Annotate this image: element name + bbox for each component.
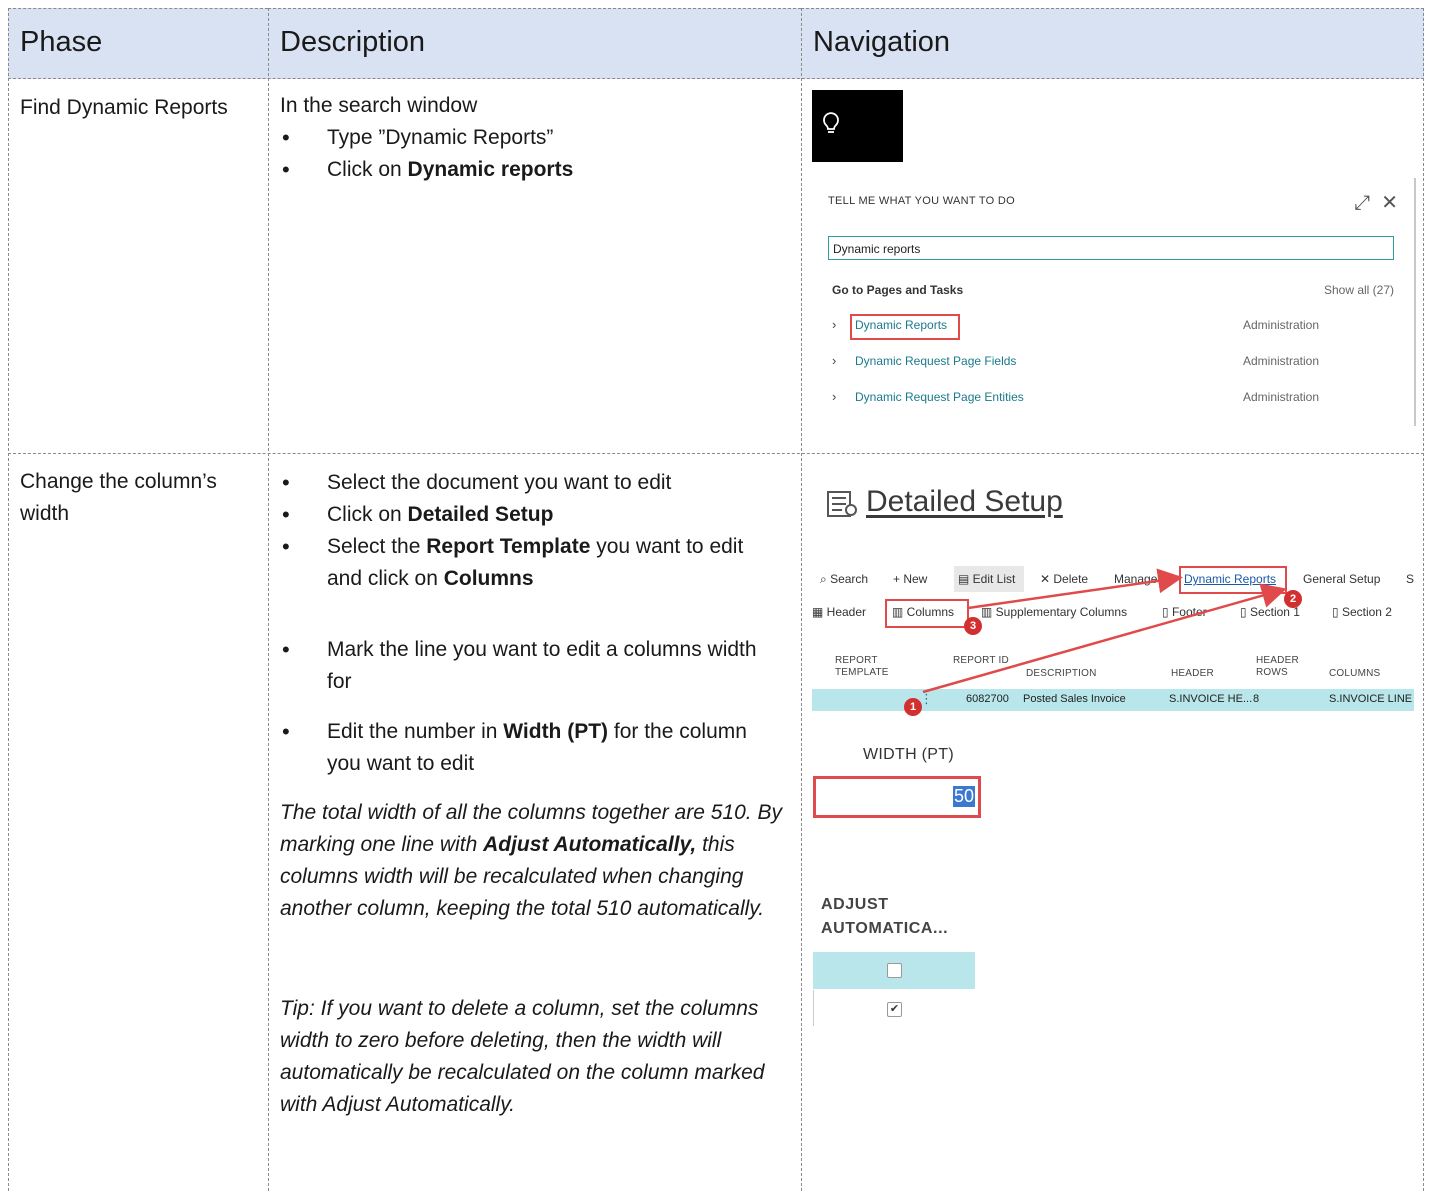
adjust-label-line-1: ADJUST bbox=[821, 896, 889, 913]
width-pt-input[interactable]: 50 bbox=[813, 776, 981, 818]
width-pt-label: WIDTH (PT) bbox=[863, 746, 954, 763]
callout-badge-2: 2 bbox=[1284, 590, 1302, 608]
callout-badge-1: 1 bbox=[904, 698, 922, 716]
adjust-automatically-label: ADJUST AUTOMATICA... bbox=[821, 893, 948, 941]
callout-badge-3: 3 bbox=[964, 617, 982, 635]
callout-arrows bbox=[922, 568, 1287, 694]
adjust-label-line-2: AUTOMATICA... bbox=[821, 920, 949, 937]
column-divider bbox=[813, 990, 814, 1026]
width-pt-value: 50 bbox=[952, 786, 975, 807]
adjust-automatically-checkbox-checked[interactable]: ✔ bbox=[887, 1002, 902, 1017]
adjust-automatically-checkbox-unchecked[interactable] bbox=[887, 963, 902, 978]
